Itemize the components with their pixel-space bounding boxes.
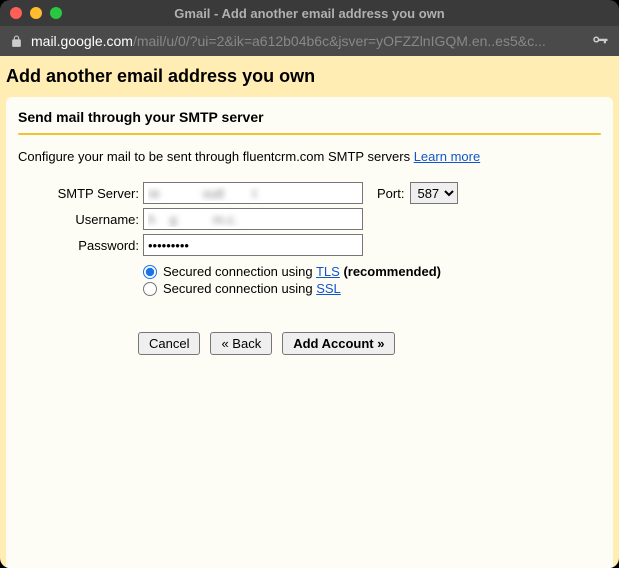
port-group: Port: 587	[377, 182, 458, 204]
password-input[interactable]	[143, 234, 363, 256]
ssl-radio[interactable]	[143, 282, 157, 296]
lock-icon	[10, 35, 23, 48]
address-bar: mail.google.com/mail/u/0/?ui=2&ik=a612b0…	[0, 26, 619, 56]
window-titlebar: Gmail - Add another email address you ow…	[0, 0, 619, 26]
browser-window: Gmail - Add another email address you ow…	[0, 0, 619, 568]
port-label: Port:	[377, 186, 404, 201]
smtp-server-label: SMTP Server:	[18, 186, 143, 201]
username-input[interactable]	[143, 208, 363, 230]
password-label: Password:	[18, 238, 143, 253]
tls-link[interactable]: TLS	[316, 264, 340, 279]
window-title: Gmail - Add another email address you ow…	[174, 6, 444, 21]
password-row: Password:	[18, 234, 601, 256]
key-icon[interactable]	[591, 32, 609, 50]
instruction-text: Configure your mail to be sent through f…	[18, 149, 601, 164]
port-select[interactable]: 587	[410, 182, 458, 204]
divider	[18, 133, 601, 135]
smtp-server-input[interactable]	[143, 182, 363, 204]
add-account-button[interactable]: Add Account »	[282, 332, 395, 355]
minimize-window-button[interactable]	[30, 7, 42, 19]
ssl-radio-row[interactable]: Secured connection using SSL	[143, 281, 601, 296]
url-host: mail.google.com	[31, 33, 133, 49]
smtp-server-row: SMTP Server: Port: 587	[18, 182, 601, 204]
tls-label: Secured connection using TLS (recommende…	[163, 264, 441, 279]
page-content: Add another email address you own Send m…	[0, 56, 619, 568]
panel-title: Send mail through your SMTP server	[18, 109, 601, 133]
traffic-lights	[10, 7, 62, 19]
close-window-button[interactable]	[10, 7, 22, 19]
button-row: Cancel « Back Add Account »	[138, 332, 601, 355]
url-path: /mail/u/0/?ui=2&ik=a612b04b6c&jsver=yOFZ…	[133, 33, 546, 49]
tls-radio-row[interactable]: Secured connection using TLS (recommende…	[143, 264, 601, 279]
maximize-window-button[interactable]	[50, 7, 62, 19]
ssl-link[interactable]: SSL	[316, 281, 341, 296]
url-display[interactable]: mail.google.com/mail/u/0/?ui=2&ik=a612b0…	[31, 33, 546, 49]
username-label: Username:	[18, 212, 143, 227]
ssl-label: Secured connection using SSL	[163, 281, 341, 296]
secure-connection-group: Secured connection using TLS (recommende…	[143, 264, 601, 296]
instruction-prefix: Configure your mail to be sent through f…	[18, 149, 414, 164]
learn-more-link[interactable]: Learn more	[414, 149, 480, 164]
smtp-panel: Send mail through your SMTP server Confi…	[6, 97, 613, 568]
username-row: Username:	[18, 208, 601, 230]
page-title: Add another email address you own	[0, 56, 619, 97]
tls-radio[interactable]	[143, 265, 157, 279]
cancel-button[interactable]: Cancel	[138, 332, 200, 355]
back-button[interactable]: « Back	[210, 332, 272, 355]
